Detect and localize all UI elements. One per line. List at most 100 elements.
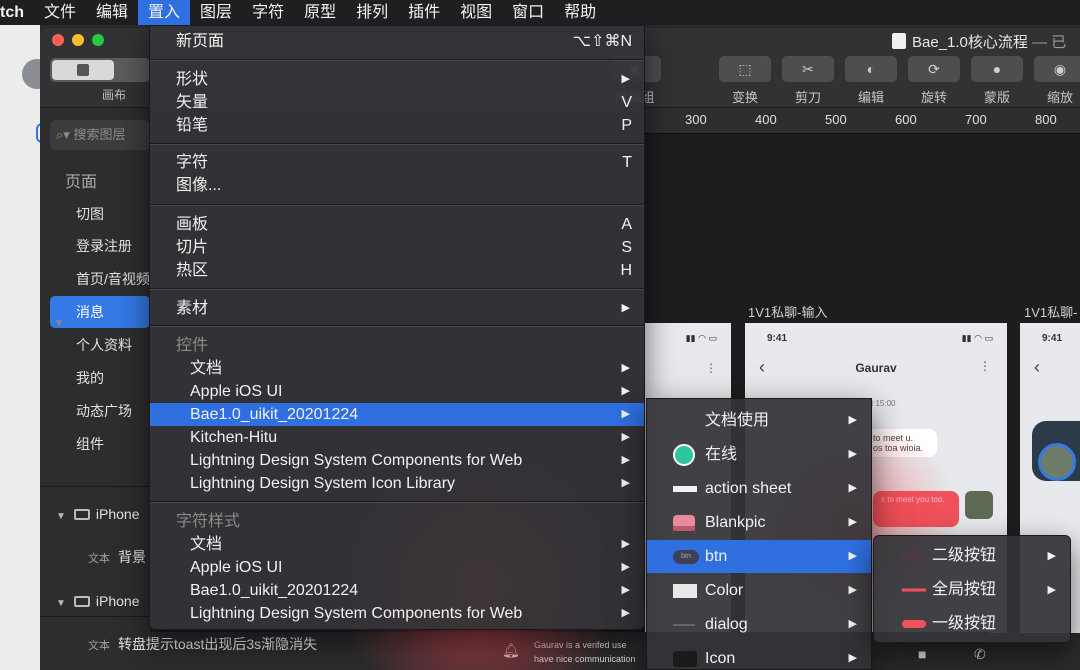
menu-item-artboard[interactable]: 画板 A <box>150 213 644 236</box>
collapse-triangle-icon[interactable]: ▼ <box>54 318 64 329</box>
white-rect-icon <box>673 583 697 598</box>
menu-item-new-page[interactable]: 新页面 ⌥⇧⌘N <box>150 30 644 53</box>
artboard-label[interactable]: 1V1私聊- <box>1024 302 1077 321</box>
separator <box>150 204 644 206</box>
menu-item-text-style-library[interactable]: Lightning Design System Components for W… <box>150 602 644 625</box>
scissors-label: 剪刀 <box>794 90 821 105</box>
ruler-tick-label: 600 <box>895 112 917 127</box>
cake-icon <box>673 514 695 531</box>
status-time: 9:41 <box>1042 333 1063 344</box>
menu-item-pencil[interactable]: 铅笔 P <box>150 114 644 137</box>
divider <box>40 486 150 487</box>
artboard-label[interactable]: 1V1私聊-输入 <box>748 302 827 321</box>
page-item[interactable]: 首页/音视频 <box>50 263 150 295</box>
submenu-item[interactable]: action sheet ▶ <box>647 472 871 505</box>
page-item[interactable]: 切图 <box>50 198 150 230</box>
submenu-item[interactable]: Blankpic ▶ <box>647 506 871 539</box>
scissors-tool[interactable]: ✂ 剪刀 <box>781 56 835 106</box>
menu-view[interactable]: 视图 <box>450 0 502 25</box>
scale-icon: ◉ <box>1034 56 1080 82</box>
app-menu[interactable]: tch <box>0 0 34 25</box>
btn-chip-icon: btn <box>673 549 699 564</box>
menu-item-text-style-library[interactable]: 文档 ▶ <box>150 533 644 556</box>
menu-item-label: 一级按钮 <box>932 615 997 632</box>
menu-item-shape[interactable]: 形状 ▶ <box>150 68 644 91</box>
menu-item-text-style-library[interactable]: Apple iOS UI ▶ <box>150 556 644 579</box>
menu-item-symbol-library[interactable]: Apple iOS UI ▶ <box>150 380 644 403</box>
menu-prototype[interactable]: 原型 <box>294 0 346 25</box>
menu-plugins[interactable]: 插件 <box>398 0 450 25</box>
menu-section-text-styles: 字符样式 <box>150 510 644 533</box>
menu-item-label: 形状 <box>176 71 209 88</box>
canvas-segment-on[interactable] <box>52 60 114 80</box>
edit-tool[interactable]: ◐ 编辑 <box>844 56 898 106</box>
menu-item-assets[interactable]: 素材 ▶ <box>150 297 644 320</box>
menu-item-label: btn <box>705 548 728 565</box>
menu-item-vector[interactable]: 矢量 V <box>150 91 644 114</box>
menu-text[interactable]: 字符 <box>242 0 294 25</box>
submenu-arrow-icon: ▶ <box>621 561 630 573</box>
submenu-arrow-icon: ▶ <box>848 516 857 528</box>
menu-item-text-style-library[interactable]: Bae1.0_uikit_20201224 ▶ <box>150 579 644 602</box>
submenu-item[interactable]: 全局按钮 ▶ <box>874 573 1070 607</box>
search-placeholder: 搜索图层 <box>73 127 126 142</box>
window-title-text: Bae_1.0核心流程 <box>912 34 1028 51</box>
pages-heading: 页面 <box>65 174 98 191</box>
menu-item-image[interactable]: 图像... <box>150 174 644 197</box>
menu-item-label: Lightning Design System Icon Library <box>190 475 456 492</box>
menu-item-shortcut: H <box>620 262 632 279</box>
menu-file[interactable]: 文件 <box>34 0 86 25</box>
canvas-segment-control[interactable] <box>50 58 150 82</box>
scale-tool[interactable]: ◉ 缩放 <box>1033 56 1080 106</box>
menu-edit[interactable]: 编辑 <box>86 0 138 25</box>
submenu-item[interactable]: Icon ▶ <box>647 642 871 670</box>
submenu-arrow-icon: ▶ <box>848 652 857 664</box>
menu-help[interactable]: 帮助 <box>554 0 606 25</box>
zoom-window-button[interactable] <box>92 34 104 46</box>
menu-item-hotspot[interactable]: 热区 H <box>150 259 644 282</box>
submenu-item[interactable]: 二级按钮 ▶ <box>874 539 1070 573</box>
disclosure-triangle-icon[interactable]: ▼ <box>56 511 66 522</box>
window-controls <box>52 34 104 46</box>
menu-bar: tch 文件 编辑 置入 图层 字符 原型 排列 插件 视图 窗口 帮助 <box>0 0 1080 25</box>
minimize-window-button[interactable] <box>72 34 84 46</box>
submenu-item-highlighted[interactable]: btn btn ▶ <box>647 540 871 573</box>
artboard-row[interactable]: ▼ iPhone <box>40 494 150 534</box>
menu-insert[interactable]: 置入 <box>138 0 191 25</box>
transform-tool[interactable]: ⬚ 变换 <box>718 56 772 106</box>
menu-item-text[interactable]: 字符 T <box>150 151 644 174</box>
status-icons: ▮▮ ◠ ▭ <box>961 333 993 343</box>
page-item-selected[interactable]: 消息 <box>50 296 150 328</box>
menu-item-symbol-library-highlighted[interactable]: Bae1.0_uikit_20201224 ▶ <box>150 403 644 426</box>
disclosure-triangle-icon[interactable]: ▼ <box>56 598 66 609</box>
submenu-item[interactable]: dialog ▶ <box>647 608 871 641</box>
menu-arrange[interactable]: 排列 <box>346 0 398 25</box>
close-window-button[interactable] <box>52 34 64 46</box>
rotate-tool[interactable]: ⟳ 旋转 <box>907 56 961 106</box>
artboard-row[interactable]: ▼ iPhone <box>40 581 150 621</box>
menu-item-symbol-library[interactable]: 文档 ▶ <box>150 357 644 380</box>
page-item[interactable]: 个人资料 <box>50 329 150 361</box>
menu-layer[interactable]: 图层 <box>190 0 242 25</box>
submenu-item[interactable]: 文档使用 ▶ <box>647 404 871 437</box>
white-bar-icon <box>673 485 697 492</box>
page-item[interactable]: 组件 <box>50 428 150 460</box>
submenu-arrow-icon: ▶ <box>621 362 630 374</box>
menu-item-symbol-library[interactable]: Lightning Design System Icon Library ▶ <box>150 472 644 495</box>
green-dot-icon <box>673 443 695 466</box>
layer-search-input[interactable]: ⌕▾ 搜索图层 <box>50 120 150 150</box>
submenu-item[interactable]: 一级按钮 <box>874 607 1070 641</box>
page-item[interactable]: 动态广场 <box>50 395 150 427</box>
mask-tool[interactable]: ● 蒙版 <box>970 56 1024 106</box>
menu-item-symbol-library[interactable]: Lightning Design System Components for W… <box>150 449 644 472</box>
menu-window[interactable]: 窗口 <box>502 0 554 25</box>
page-item[interactable]: 登录注册 <box>50 230 150 262</box>
menu-item-slice[interactable]: 切片 S <box>150 236 644 259</box>
page-item[interactable]: 我的 <box>50 362 150 394</box>
edit-icon: ◐ <box>845 56 897 82</box>
submenu-item[interactable]: Color ▶ <box>647 574 871 607</box>
menu-item-symbol-library[interactable]: Kitchen-Hitu ▶ <box>150 426 644 449</box>
video-camera-icon <box>673 650 697 667</box>
submenu-item[interactable]: 在线 ▶ <box>647 438 871 471</box>
menu-item-label: 字符 <box>176 154 209 171</box>
